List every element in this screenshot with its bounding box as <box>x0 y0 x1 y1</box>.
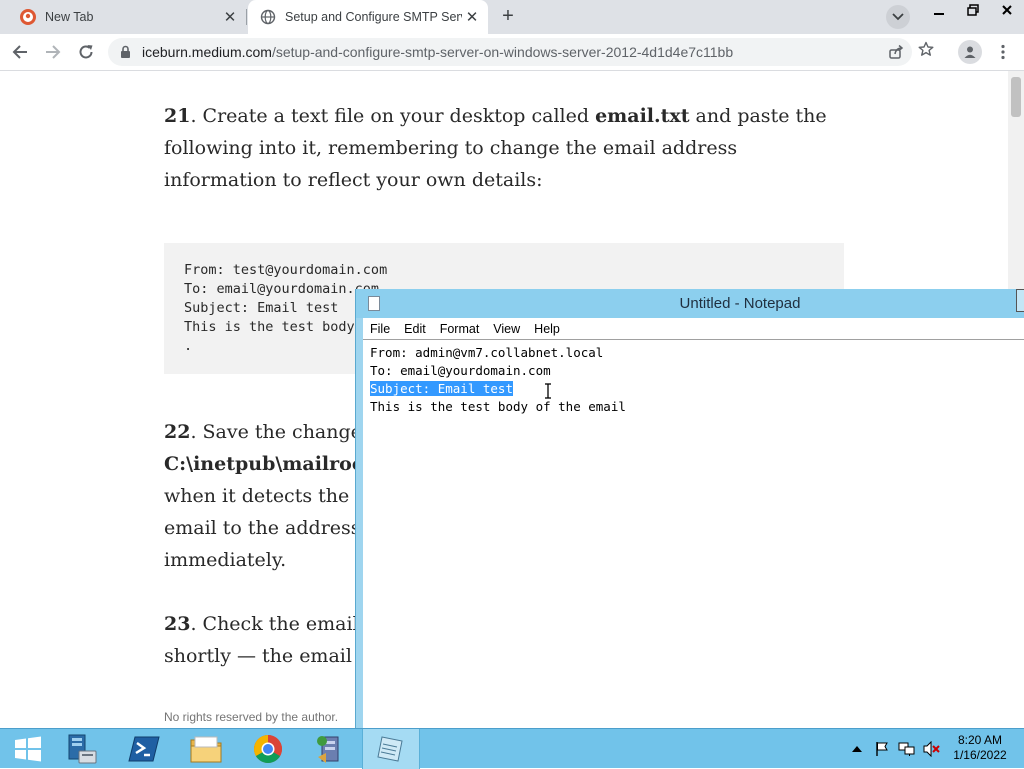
text-line: This is the test body of the email <box>370 399 626 414</box>
tab-new-tab[interactable]: New Tab ✕ <box>8 0 246 34</box>
file-explorer-icon[interactable] <box>178 729 234 769</box>
url-host: iceburn.medium.com <box>142 44 272 60</box>
step-text: . Save the changes <box>190 421 372 443</box>
text-cursor-ibeam-icon <box>545 383 551 399</box>
tab-title: Setup and Configure SMTP Server <box>285 10 462 24</box>
minimize-icon[interactable] <box>922 0 956 20</box>
step-number: 21 <box>164 105 191 127</box>
chrome-menu-icon[interactable] <box>994 40 1012 64</box>
path-text: C:\inetpub\mailroo <box>164 453 365 475</box>
window-controls <box>922 0 1024 20</box>
windows-taskbar: 8:20 AM 1/16/2022 <box>0 728 1024 769</box>
step-text: . Check the email a <box>190 613 377 635</box>
close-tab-icon[interactable]: ✕ <box>220 8 240 26</box>
reload-icon[interactable] <box>74 40 98 64</box>
system-tray <box>848 729 948 769</box>
forward-arrow-icon[interactable] <box>41 40 65 64</box>
profile-avatar-icon[interactable] <box>958 40 982 64</box>
tab-smtp-article[interactable]: Setup and Configure SMTP Server ✕ <box>248 0 488 34</box>
system-clock[interactable]: 8:20 AM 1/16/2022 <box>940 733 1020 763</box>
clock-time: 8:20 AM <box>957 733 1003 747</box>
text-line: To: email@yourdomain.com <box>370 363 551 378</box>
tab-search-chevron-icon[interactable] <box>886 5 910 29</box>
filename: email.txt <box>595 105 690 127</box>
restore-icon[interactable] <box>956 0 990 20</box>
browser-tab-strip: New Tab ✕ Setup and Configure SMTP Serve… <box>0 0 1024 34</box>
duckduckgo-icon <box>20 9 36 25</box>
step-text: immediately. <box>164 549 287 571</box>
step-text: . Create a text file on your desktop cal… <box>190 105 596 127</box>
network-icon[interactable] <box>898 740 916 758</box>
text-line: From: admin@vm7.collabnet.local <box>370 345 604 360</box>
share-icon[interactable] <box>888 44 904 65</box>
notepad-title: Untitled - Notepad <box>679 295 801 312</box>
notepad-title-bar[interactable]: Untitled - Notepad <box>356 289 1024 318</box>
bookmark-star-icon[interactable] <box>918 41 934 62</box>
url-path: /setup-and-configure-smtp-server-on-wind… <box>271 44 734 60</box>
back-arrow-icon[interactable] <box>8 40 32 64</box>
url-text[interactable]: iceburn.medium.com/setup-and-configure-s… <box>142 44 733 60</box>
windows-start-icon[interactable] <box>0 729 56 769</box>
notepad-text-area[interactable]: From: admin@vm7.collabnet.local To: emai… <box>363 339 1024 729</box>
new-tab-plus-icon[interactable]: + <box>496 5 520 29</box>
step-number: 23 <box>164 613 191 635</box>
rights-footer: No rights reserved by the author. <box>164 710 339 724</box>
tab-title: New Tab <box>45 10 94 24</box>
step-number: 22 <box>164 421 191 443</box>
powershell-icon[interactable] <box>116 729 172 769</box>
selected-text[interactable]: Subject: Email test <box>370 381 513 396</box>
close-window-icon[interactable] <box>990 0 1024 20</box>
notepad-window: Untitled - Notepad File Edit Format View… <box>355 289 1024 729</box>
address-bar[interactable]: iceburn.medium.com/setup-and-configure-s… <box>108 38 912 66</box>
step-text: shortly — the email w <box>164 645 375 667</box>
clock-date: 1/16/2022 <box>953 748 1007 762</box>
tab-divider <box>246 9 247 25</box>
menu-format[interactable]: Format <box>433 322 487 336</box>
lock-icon[interactable] <box>120 45 131 64</box>
notepad-window-control[interactable] <box>1016 289 1024 312</box>
show-hidden-icons-chevron[interactable] <box>848 740 866 758</box>
chrome-icon[interactable] <box>240 729 296 769</box>
close-tab-icon[interactable]: ✕ <box>462 8 482 26</box>
step-text: when it detects the <box>164 485 356 507</box>
notepad-menu-bar: File Edit Format View Help <box>363 318 1024 339</box>
step-21-paragraph: 21. Create a text file on your desktop c… <box>164 100 844 196</box>
menu-help[interactable]: Help <box>527 322 567 336</box>
globe-icon <box>260 9 276 25</box>
server-manager-icon[interactable] <box>54 729 110 769</box>
menu-file[interactable]: File <box>363 322 397 336</box>
menu-view[interactable]: View <box>486 322 527 336</box>
menu-edit[interactable]: Edit <box>397 322 433 336</box>
scrollbar-thumb[interactable] <box>1011 77 1021 117</box>
step-text: email to the address i <box>164 517 373 539</box>
browser-toolbar: iceburn.medium.com/setup-and-configure-s… <box>0 34 1024 71</box>
package-tool-icon[interactable] <box>302 729 358 769</box>
action-center-flag-icon[interactable] <box>873 740 891 758</box>
volume-muted-icon[interactable] <box>923 740 941 758</box>
notepad-content[interactable]: From: admin@vm7.collabnet.local To: emai… <box>370 344 626 416</box>
notepad-taskbar-icon[interactable] <box>362 729 420 769</box>
